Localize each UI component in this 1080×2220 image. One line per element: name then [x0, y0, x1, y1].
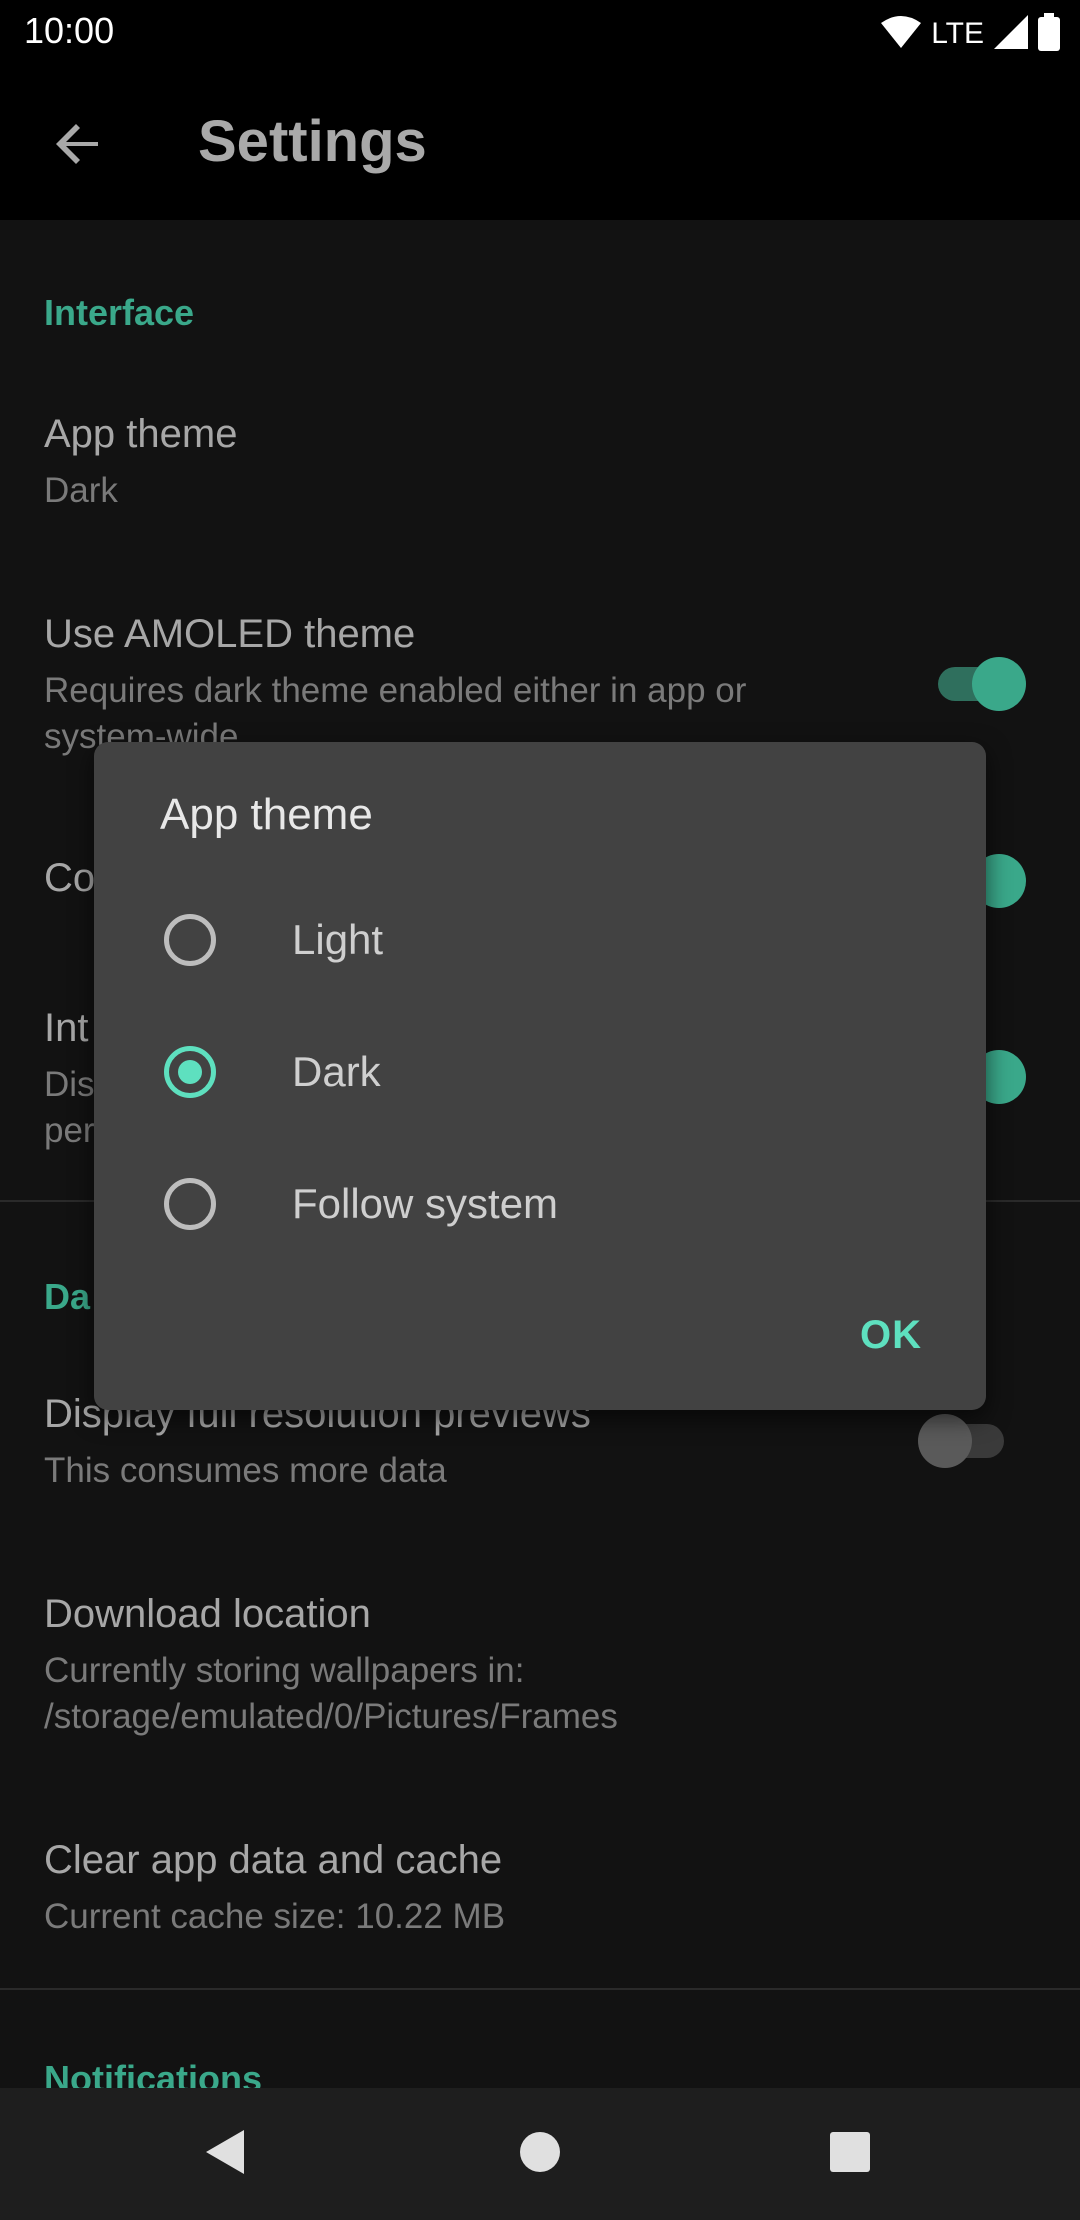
nav-home-icon	[518, 2130, 562, 2179]
radio-option-light[interactable]: Light	[94, 876, 986, 1008]
nav-back-button[interactable]	[186, 2114, 266, 2194]
navigation-bar	[0, 2088, 1080, 2220]
radio-checked-icon	[164, 1046, 216, 1098]
app-theme-dialog: App theme Light Dark Follow system OK	[94, 742, 986, 1410]
nav-recents-icon	[828, 2130, 872, 2179]
nav-back-icon	[204, 2128, 248, 2181]
dialog-title: App theme	[160, 790, 373, 839]
nav-recents-button[interactable]	[810, 2114, 890, 2194]
radio-unchecked-icon	[164, 1178, 216, 1230]
radio-label: Dark	[292, 1048, 381, 1095]
radio-dot	[178, 1060, 202, 1084]
radio-label: Follow system	[292, 1180, 559, 1227]
radio-option-follow-system[interactable]: Follow system	[94, 1140, 986, 1272]
nav-home-button[interactable]	[500, 2114, 580, 2194]
ok-button[interactable]: OK	[860, 1313, 922, 1358]
radio-option-dark[interactable]: Dark	[94, 1008, 986, 1140]
radio-unchecked-icon	[164, 914, 216, 966]
radio-label: Light	[292, 916, 384, 963]
